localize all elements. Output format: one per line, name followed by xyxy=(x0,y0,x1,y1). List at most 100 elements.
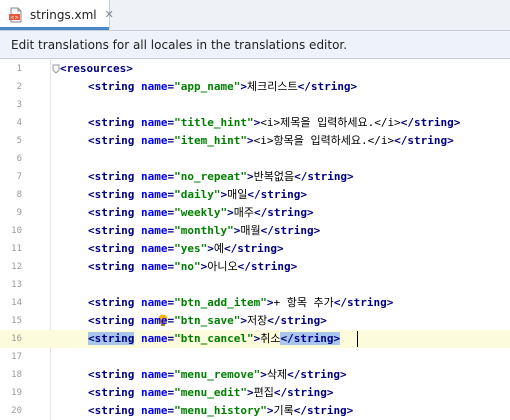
xml-attr-name: name xyxy=(140,386,168,399)
xml-tag: > xyxy=(227,206,234,219)
string-value: 체크리스트 xyxy=(246,80,298,93)
code-text: <string name="menu_history">기록</string> xyxy=(88,402,353,420)
code-text: <string name="btn_save">저장</string> xyxy=(88,312,327,330)
code-line[interactable]: 19 <string name="menu_edit">편집</string> xyxy=(0,384,510,402)
line-number: 10 xyxy=(11,226,22,236)
xml-tag: <string xyxy=(88,116,135,129)
xml-attr-name: name xyxy=(140,242,168,255)
xml-attr-value: "no" xyxy=(174,260,201,273)
xml-tag: <string xyxy=(88,314,135,327)
line-number: 7 xyxy=(16,172,22,182)
translations-banner: Edit translations for all locales in the… xyxy=(0,31,510,59)
xml-tag: </string> xyxy=(394,134,454,147)
code-line[interactable]: 14 <string name="btn_add_item">+ 항목 추가</s… xyxy=(0,294,510,312)
xml-attr-value: "no_repeat" xyxy=(174,170,247,183)
xml-tag: > xyxy=(207,242,214,255)
xml-tag: </string> xyxy=(297,80,358,93)
xml-tag: > xyxy=(240,80,247,93)
xml-tag: <string xyxy=(88,80,135,93)
xml-attr-name: name xyxy=(140,188,168,201)
code-line[interactable]: 20 <string name="menu_history">기록</string… xyxy=(0,402,510,420)
line-number: 19 xyxy=(11,388,22,398)
xml-tag: <resources> xyxy=(60,62,133,75)
xml-attr-name: name xyxy=(140,116,168,129)
line-number: 15 xyxy=(11,316,22,326)
xml-tag: </string> xyxy=(237,260,298,273)
xml-tag: <string xyxy=(88,206,135,219)
xml-tag: </string> xyxy=(293,404,354,417)
banner-text[interactable]: Edit translations for all locales in the… xyxy=(11,38,347,52)
xml-tag: </string> xyxy=(294,170,354,183)
code-line[interactable]: 10 <string name="monthly">매월</string> xyxy=(0,222,510,240)
xml-attr-name: name xyxy=(140,404,168,417)
xml-tag: </string> xyxy=(253,206,314,219)
code-line[interactable]: 12 <string name="no">아니오</string> xyxy=(0,258,510,276)
tab-strings-xml[interactable]: <> strings.xml ✕ xyxy=(0,0,114,30)
line-number: 5 xyxy=(16,136,22,146)
close-icon[interactable]: ✕ xyxy=(105,9,114,20)
xml-attr-name: name xyxy=(140,80,168,93)
code-line[interactable]: 1 <resources> xyxy=(0,60,510,78)
string-value: + 항목 추가 xyxy=(273,296,334,309)
code-line[interactable]: 8 <string name="daily">매일</string> xyxy=(0,186,510,204)
code-text: <string name="no_repeat">반복없음</string> xyxy=(88,168,354,186)
fold-icon[interactable] xyxy=(52,64,60,74)
xml-tag: <string xyxy=(88,224,135,237)
code-line[interactable]: 16 <string name="btn_cancel">취소</string> xyxy=(0,330,510,348)
code-editor[interactable]: 1 <resources> 2 <string name="app_name">체크리… xyxy=(0,60,510,420)
code-line[interactable]: 6 xyxy=(0,150,510,168)
line-number: 2 xyxy=(16,82,22,92)
string-value: <i>제목을 입력하세요.</i> xyxy=(260,116,401,129)
xml-attr-value: "yes" xyxy=(174,242,208,255)
xml-tag: > xyxy=(260,368,267,381)
xml-tag: <string xyxy=(88,368,135,381)
xml-tag: </string> xyxy=(333,296,394,309)
xml-attr-name: name xyxy=(140,206,168,219)
string-value: 예 xyxy=(213,242,224,255)
code-line[interactable]: 3 xyxy=(0,96,510,114)
line-number: 18 xyxy=(11,370,22,380)
code-text: <string name="menu_remove">삭제</string> xyxy=(88,366,347,384)
code-text: <string name="btn_add_item">+ 항목 추가</str… xyxy=(88,294,393,312)
code-text: <string name="title_hint"><i>제목을 입력하세요.<… xyxy=(88,114,460,132)
xml-tag: </string> xyxy=(247,188,307,201)
string-value: <i>항목을 입력하세요.</i> xyxy=(253,134,395,147)
line-number: 16 xyxy=(11,334,22,344)
code-line[interactable]: 18 <string name="menu_remove">삭제</string> xyxy=(0,366,510,384)
line-number: 17 xyxy=(11,352,22,362)
code-line[interactable]: 15 <string name="btn_save">저장</string> xyxy=(0,312,510,330)
xml-tag: > xyxy=(246,134,254,147)
xml-tag: <string xyxy=(88,404,135,417)
code-line[interactable]: 4 <string name="title_hint"><i>제목을 입력하세요.… xyxy=(0,114,510,132)
code-text: <string name="daily">매일</string> xyxy=(88,186,307,204)
xml-tag: </string> xyxy=(267,314,327,327)
code-text: <string name="weekly">매주</string> xyxy=(88,204,314,222)
code-text: <string name="menu_edit">편집</string> xyxy=(88,384,333,402)
xml-attr-value: "app_name" xyxy=(174,80,241,93)
code-line[interactable]: 13 xyxy=(0,276,510,294)
xml-attr-name: name xyxy=(140,368,168,381)
xml-attr-value: "monthly" xyxy=(174,224,234,237)
line-number: 14 xyxy=(11,298,22,308)
code-line[interactable]: 17 xyxy=(0,348,510,366)
xml-tag: > xyxy=(246,386,254,399)
code-line[interactable]: 5 <string name="item_hint"><i>항목을 입력하세요.<… xyxy=(0,132,510,150)
xml-tag: > xyxy=(240,314,247,327)
xml-attr-name: name xyxy=(140,296,168,309)
xml-attr-value: "weekly" xyxy=(174,206,228,219)
string-value: 편집 xyxy=(253,386,274,399)
code-line[interactable]: 7 <string name="no_repeat">반복없음</string> xyxy=(0,168,510,186)
string-value: 매일 xyxy=(227,188,248,201)
code-line[interactable]: 11 <string name="yes">예</string> xyxy=(0,240,510,258)
code-line[interactable]: 9 <string name="weekly">매주</string> xyxy=(0,204,510,222)
xml-attr-name: name xyxy=(140,170,168,183)
xml-tag: <string xyxy=(88,170,135,183)
code-line[interactable]: 2 <string name="app_name">체크리스트</string> xyxy=(0,78,510,96)
